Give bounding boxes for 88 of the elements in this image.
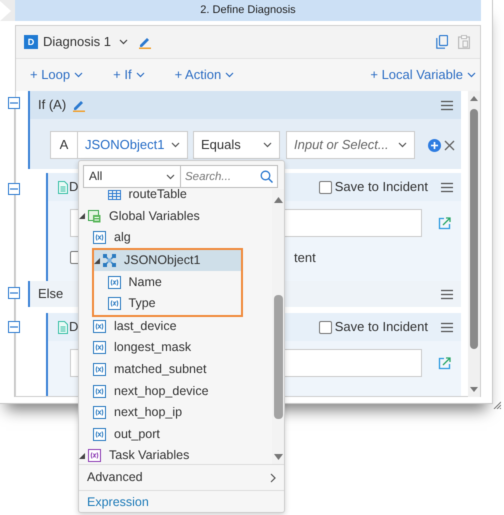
scrollbar[interactable] (468, 91, 480, 397)
tree-item[interactable]: Name (94, 271, 241, 293)
copy-icon[interactable] (436, 35, 448, 49)
collapse-toggle[interactable] (8, 97, 20, 109)
scrollbar[interactable] (272, 189, 284, 464)
pencil-icon[interactable] (138, 35, 152, 49)
scroll-down-icon[interactable] (470, 387, 478, 392)
document-icon (58, 320, 68, 334)
tree-item[interactable]: longest_mask (79, 337, 272, 359)
variables-group-icon (88, 210, 101, 223)
toolbar-menu-button[interactable]: + If (113, 67, 145, 83)
block-title: D (69, 179, 78, 195)
caret-icon (166, 174, 175, 180)
tree-item[interactable]: alg (79, 227, 272, 249)
variable-icon (93, 231, 106, 244)
collapse-toggle[interactable] (8, 183, 20, 195)
resize-grip-icon[interactable] (493, 401, 501, 409)
expanded-arrow-icon[interactable] (94, 258, 100, 264)
close-icon[interactable] (444, 140, 455, 151)
variable-icon (93, 341, 106, 354)
scroll-up-icon[interactable] (274, 197, 282, 203)
chevron-right-icon (270, 472, 276, 482)
caret-icon (74, 72, 84, 78)
block-title: Else (38, 286, 64, 302)
caret-icon (118, 39, 128, 45)
operator-select[interactable]: Equals (193, 131, 280, 159)
caret-icon (467, 72, 476, 78)
tree-item[interactable]: out_port (79, 424, 272, 446)
checkbox-label: Save to Incident (334, 319, 428, 335)
table-icon (108, 189, 120, 202)
collapse-toggle[interactable] (8, 287, 20, 299)
variable-icon (93, 428, 106, 441)
toolbar-menu-button[interactable]: + Loop (30, 67, 84, 83)
caret-icon (171, 142, 180, 148)
caret-icon (136, 72, 145, 78)
save-checkbox[interactable] (318, 320, 332, 334)
expanded-arrow-icon[interactable] (79, 213, 85, 220)
toolbar-menu-button[interactable]: + Action (174, 67, 234, 83)
save-checkbox[interactable] (318, 180, 332, 194)
menu-icon[interactable] (441, 288, 453, 300)
tree-item[interactable]: last_device (79, 316, 272, 338)
collapse-toggle[interactable] (8, 321, 20, 333)
tree-item[interactable]: JSONObject1 (94, 250, 241, 272)
tree-item[interactable]: next_hop_ip (79, 402, 272, 424)
variable-select[interactable]: JSONObject1 (78, 131, 188, 159)
variable-icon (108, 276, 120, 289)
diagnosis-dropdown[interactable]: Diagnosis 1 (43, 34, 128, 50)
tree-item[interactable]: Task Variables (79, 445, 272, 464)
block-title: If (A) (38, 97, 66, 113)
pencil-icon[interactable] (72, 98, 86, 112)
tree-item[interactable]: Type (94, 292, 241, 315)
add-icon[interactable] (428, 139, 441, 152)
checkbox-label: tent (294, 250, 316, 266)
expanded-arrow-icon[interactable] (79, 452, 85, 459)
diagnosis-badge: D (24, 35, 38, 49)
menu-icon[interactable] (441, 182, 453, 192)
variable-icon (93, 363, 106, 376)
document-icon (58, 180, 68, 194)
checkbox-label: Save to Incident (334, 179, 428, 195)
variable-icon (93, 384, 106, 398)
search-icon[interactable] (260, 170, 273, 183)
variable-icon (93, 406, 106, 420)
task-variables-icon (88, 449, 101, 462)
filter-select[interactable]: All (83, 165, 181, 188)
tree-item[interactable]: matched_subnet (79, 358, 272, 380)
block-title: D (69, 319, 78, 335)
expression-link[interactable]: Expression (79, 490, 284, 514)
caret-icon (225, 72, 234, 78)
toolbar-menu-button[interactable]: + Local Variable (370, 67, 476, 83)
menu-icon[interactable] (441, 100, 453, 110)
search-field[interactable]: Search... (181, 165, 278, 188)
caret-icon (263, 142, 272, 148)
scroll-down-icon[interactable] (274, 454, 282, 460)
object-icon (103, 254, 116, 268)
caret-icon (398, 142, 407, 148)
condition-letter: A (50, 131, 78, 159)
step-title: 2. Define Diagnosis (15, 0, 481, 21)
value-select[interactable]: Input or Select... (286, 131, 415, 159)
tree-item[interactable]: next_hop_device (79, 380, 272, 402)
scroll-up-icon[interactable] (470, 96, 478, 101)
tree-item[interactable]: Global Variables (79, 206, 272, 228)
tree-item[interactable]: routeTable (79, 189, 272, 206)
external-link-icon[interactable] (438, 216, 451, 230)
variable-icon (108, 297, 120, 310)
submenu-item[interactable]: Advanced (79, 464, 284, 490)
variable-icon (93, 320, 106, 333)
menu-icon[interactable] (441, 322, 453, 332)
external-link-icon[interactable] (438, 356, 451, 370)
